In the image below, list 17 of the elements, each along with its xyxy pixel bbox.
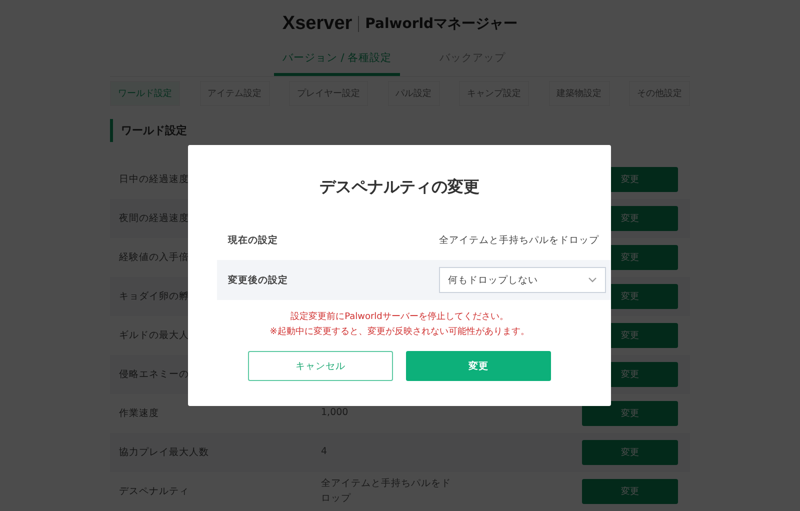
setting-label: 作業速度: [119, 407, 159, 420]
brand-logo: Xserver: [282, 13, 352, 35]
product-title: Palworldマネージャー: [365, 15, 518, 33]
current-setting-label: 現在の設定: [228, 234, 279, 246]
chevron-down-icon: [588, 277, 597, 283]
setting-label: ギルドの最大人: [119, 329, 189, 342]
warning-text: ※起動中に変更すると、変更が反映されない可能性があります。: [270, 326, 530, 338]
cancel-button[interactable]: キャンセル: [248, 351, 393, 381]
confirm-button[interactable]: 変更: [406, 351, 551, 381]
new-setting-label: 変更後の設定: [228, 274, 289, 286]
setting-label: デスペナルティ: [119, 485, 189, 498]
current-setting-value: 全アイテムと手持ちパルをドロップ: [439, 234, 600, 246]
setting-label: 経験値の入手倍: [119, 251, 189, 264]
warning-text: 設定変更前にPalworldサーバーを停止してください。: [290, 310, 508, 323]
dialog-title: デスペナルティの変更: [320, 177, 480, 198]
setting-dropdown[interactable]: 何もドロップしない: [439, 267, 606, 293]
setting-label: 日中の経過速度: [119, 173, 189, 186]
